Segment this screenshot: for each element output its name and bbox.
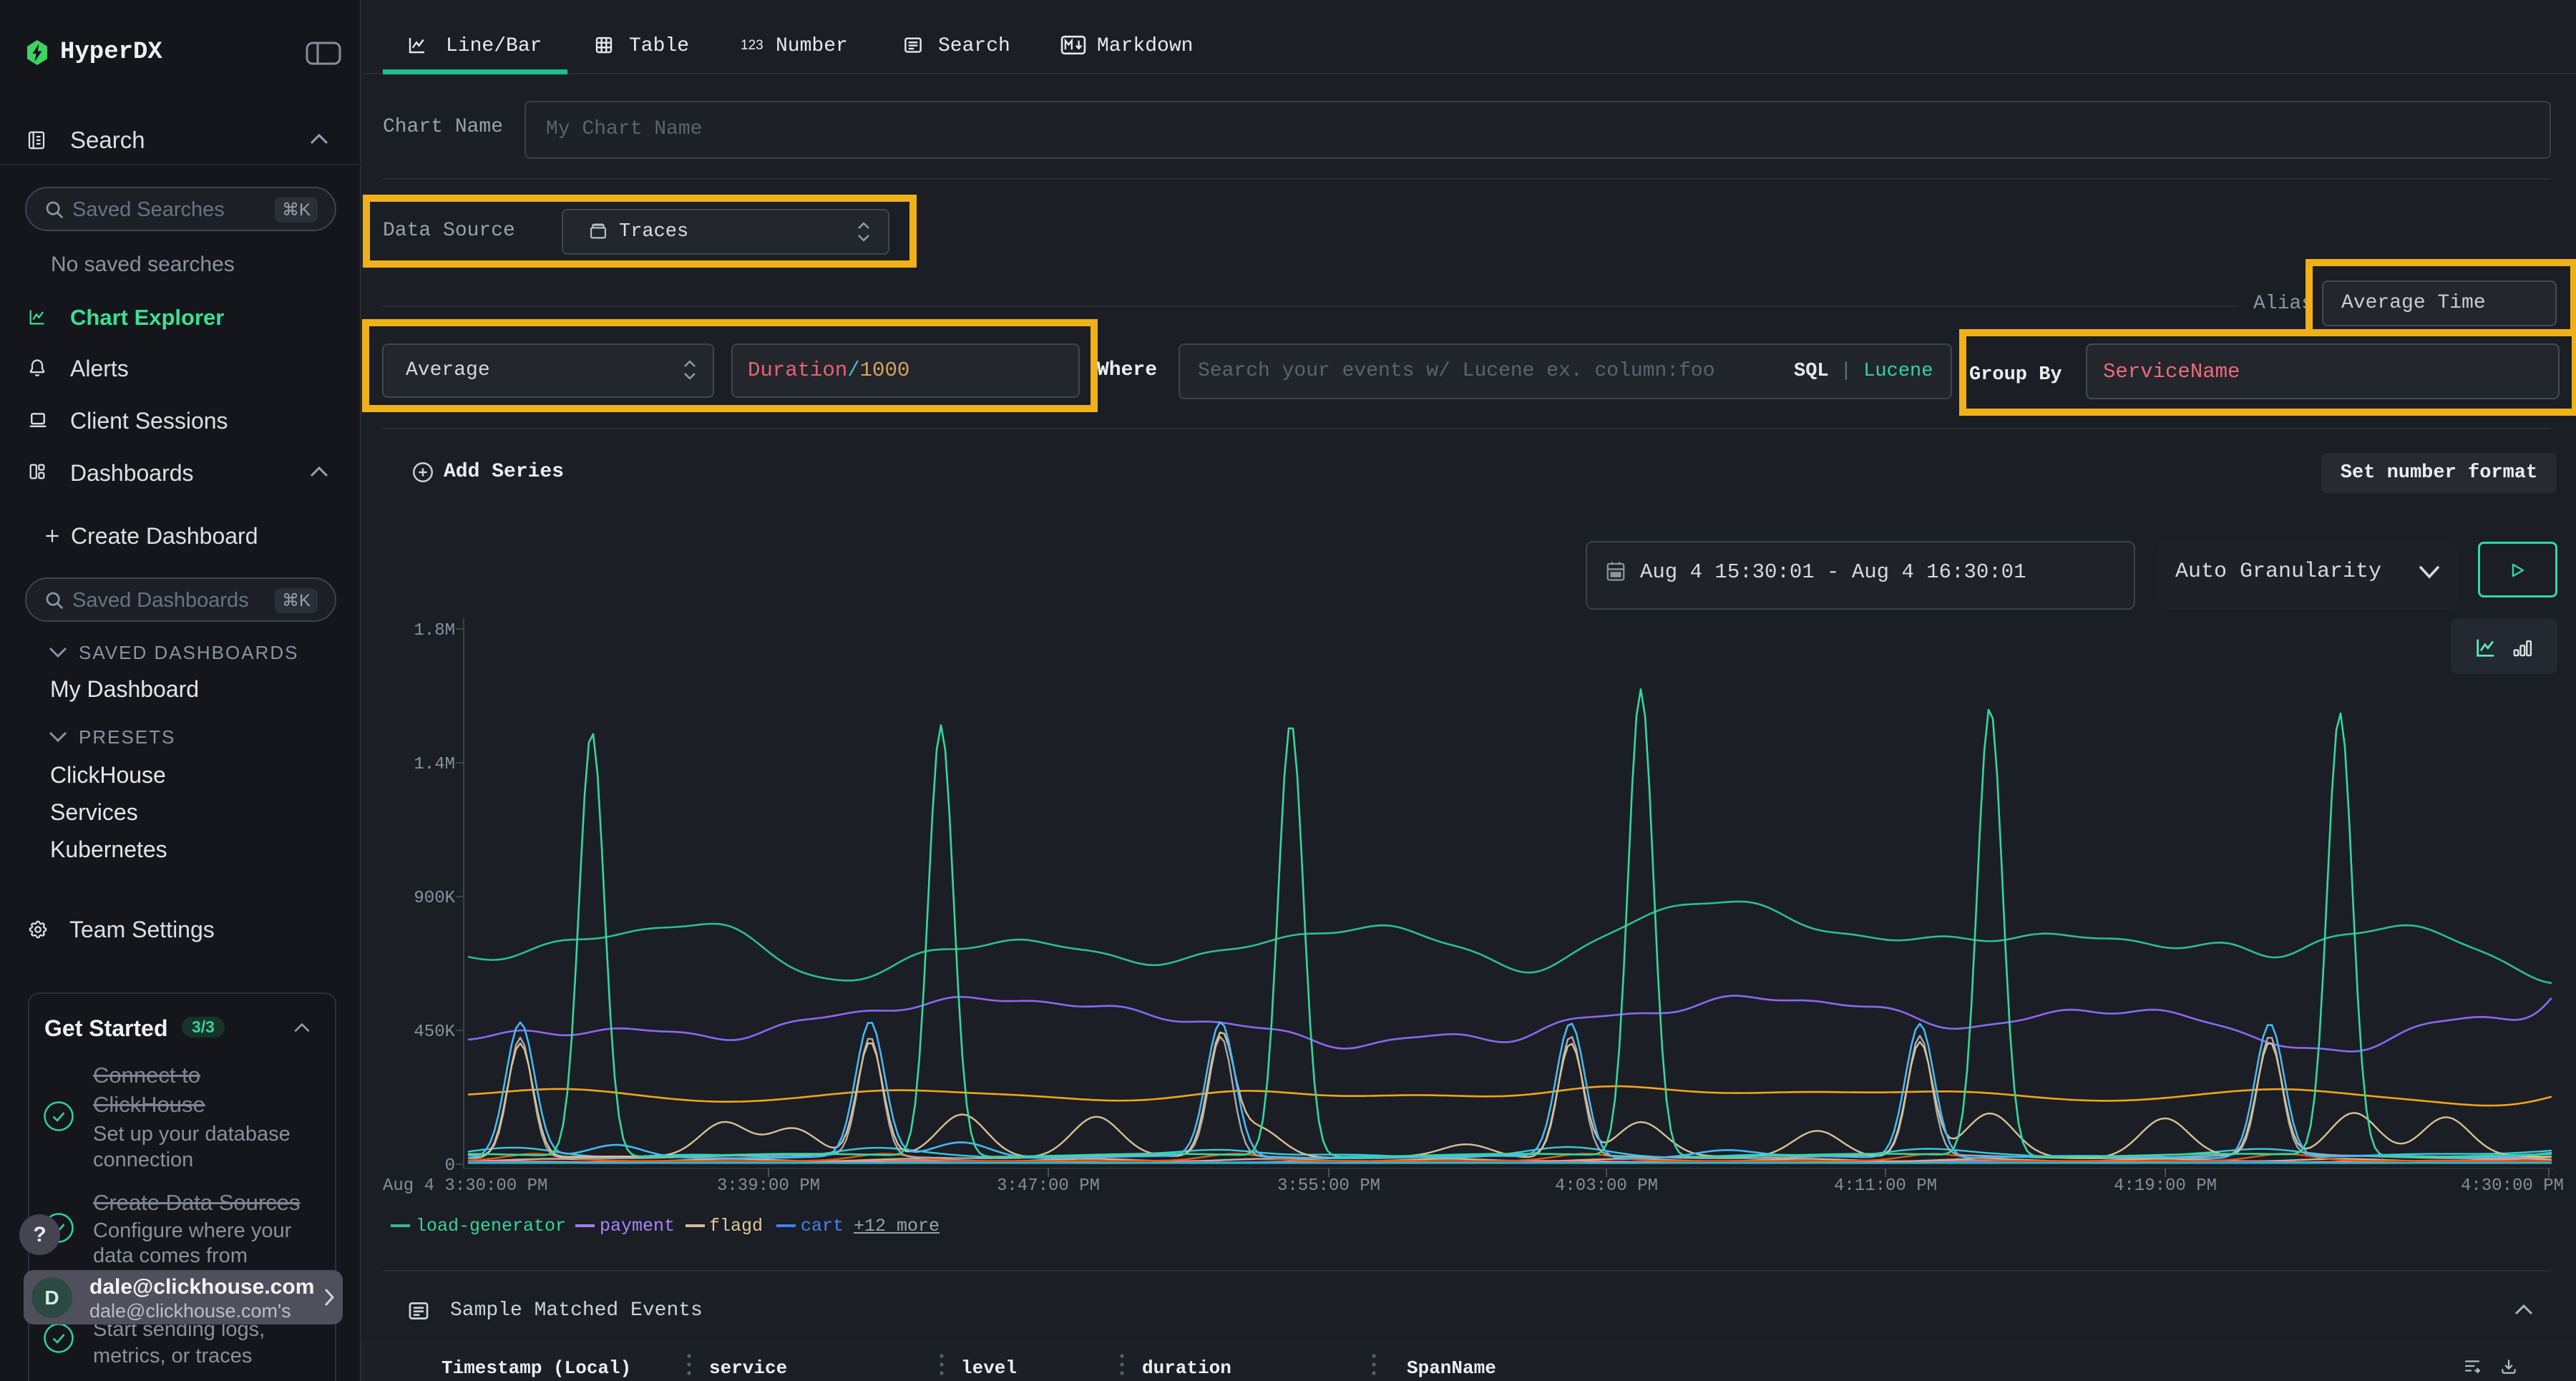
- svg-text:3:55:00 PM: 3:55:00 PM: [1277, 1176, 1380, 1196]
- svg-text:450K: 450K: [414, 1023, 455, 1042]
- svg-text:1.8M: 1.8M: [414, 621, 455, 640]
- svg-text:4:11:00 PM: 4:11:00 PM: [1834, 1176, 1937, 1196]
- svg-text:4:19:00 PM: 4:19:00 PM: [2114, 1176, 2217, 1196]
- svg-text:Aug 4 3:30:00 PM: Aug 4 3:30:00 PM: [383, 1176, 547, 1196]
- svg-text:4:03:00 PM: 4:03:00 PM: [1555, 1176, 1658, 1196]
- svg-text:3:47:00 PM: 3:47:00 PM: [997, 1176, 1100, 1196]
- svg-text:4:30:00 PM: 4:30:00 PM: [2461, 1176, 2564, 1196]
- svg-text:3:39:00 PM: 3:39:00 PM: [717, 1176, 820, 1196]
- svg-text:1.4M: 1.4M: [414, 755, 455, 774]
- svg-text:900K: 900K: [414, 889, 455, 908]
- svg-text:0: 0: [445, 1156, 455, 1176]
